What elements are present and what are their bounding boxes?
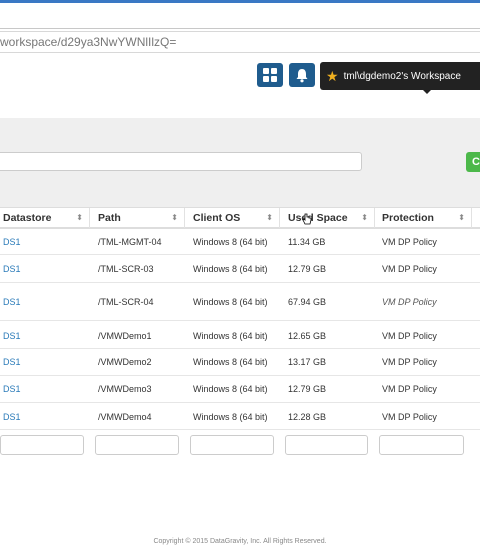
search-input[interactable]	[0, 152, 362, 171]
protection-cell: VM DP Policy	[382, 412, 437, 422]
grid-icon	[263, 68, 277, 82]
used-space-cell: 13.17 GB	[288, 357, 327, 367]
hand-cursor-icon	[302, 213, 312, 225]
os-cell: Windows 8 (64 bit)	[193, 357, 268, 367]
filter-protection-input[interactable]	[379, 435, 464, 455]
path-cell: /TML-SCR-04	[98, 297, 154, 307]
os-cell: Windows 8 (64 bit)	[193, 412, 268, 422]
workspace-switcher-button[interactable]: ★ tml\dgdemo2's Workspace	[320, 62, 480, 90]
sort-icon[interactable]: ⬍	[458, 208, 465, 228]
used-space-cell: 12.79 GB	[288, 264, 327, 274]
browser-divider	[0, 28, 480, 29]
path-cell: /VMWDemo1	[98, 331, 152, 341]
datastore-link[interactable]: DS1	[3, 237, 21, 247]
used-space-cell: 67.94 GB	[288, 297, 327, 307]
table-row[interactable]: DS1 /VMWDemo4 Windows 8 (64 bit) 12.28 G…	[0, 403, 480, 430]
protection-cell: VM DP Policy	[382, 357, 437, 367]
datastore-link[interactable]: DS1	[3, 264, 21, 274]
workspace-caret-icon	[423, 90, 431, 94]
column-header-datastore[interactable]: Datastore ⬍	[0, 208, 90, 228]
os-cell: Windows 8 (64 bit)	[193, 264, 268, 274]
os-cell: Windows 8 (64 bit)	[193, 237, 268, 247]
datastore-link[interactable]: DS1	[3, 297, 21, 307]
sort-icon[interactable]: ⬍	[266, 208, 273, 228]
protection-cell: VM DP Policy	[382, 331, 437, 341]
filter-datastore-input[interactable]	[0, 435, 84, 455]
workspace-label: tml\dgdemo2's Workspace	[343, 70, 461, 82]
column-header-path[interactable]: Path ⬍	[95, 208, 185, 228]
table-row[interactable]: DS1 /VMWDemo1 Windows 8 (64 bit) 12.65 G…	[0, 321, 480, 349]
column-header-protection[interactable]: Protection ⬍	[379, 208, 472, 228]
apps-grid-button[interactable]	[257, 63, 283, 87]
datastore-link[interactable]: DS1	[3, 384, 21, 394]
protection-cell: VM DP Policy	[382, 384, 437, 394]
create-button[interactable]: C	[466, 152, 480, 172]
filter-path-input[interactable]	[95, 435, 179, 455]
path-cell: /VMWDemo4	[98, 412, 152, 422]
sort-icon[interactable]: ⬍	[361, 208, 368, 228]
filter-client-os-input[interactable]	[190, 435, 274, 455]
table-row[interactable]: DS1 /TML-SCR-03 Windows 8 (64 bit) 12.79…	[0, 255, 480, 283]
sort-icon[interactable]: ⬍	[171, 208, 178, 228]
protection-cell: VM DP Policy	[382, 264, 437, 274]
table-header: Datastore ⬍ Path ⬍ Client OS ⬍ Used Spac…	[0, 207, 480, 229]
os-cell: Windows 8 (64 bit)	[193, 297, 268, 307]
used-space-cell: 11.34 GB	[288, 237, 326, 247]
datastore-link[interactable]: DS1	[3, 331, 21, 341]
path-cell: /VMWDemo3	[98, 384, 152, 394]
path-cell: /VMWDemo2	[98, 357, 152, 367]
datastore-link[interactable]: DS1	[3, 412, 21, 422]
used-space-cell: 12.79 GB	[288, 384, 327, 394]
used-space-cell: 12.28 GB	[288, 412, 327, 422]
sort-icon[interactable]: ⬍	[76, 208, 83, 228]
column-header-used-space[interactable]: Used Space ⬍	[285, 208, 375, 228]
table-row[interactable]: DS1 /VMWDemo2 Windows 8 (64 bit) 13.17 G…	[0, 349, 480, 376]
table-row[interactable]: DS1 /VMWDemo3 Windows 8 (64 bit) 12.79 G…	[0, 376, 480, 403]
star-icon: ★	[326, 68, 339, 84]
footer-copyright: Copyright © 2015 DataGravity, Inc. All R…	[153, 538, 327, 545]
browser-top-strip	[0, 0, 480, 3]
column-header-client-os[interactable]: Client OS ⬍	[190, 208, 280, 228]
table-row[interactable]: DS1 /TML-SCR-04 Windows 8 (64 bit) 67.94…	[0, 283, 480, 321]
address-bar-url[interactable]: workspace/d29ya3NwYWNlIlzQ=	[0, 35, 176, 49]
table-row[interactable]: DS1 /TML-MGMT-04 Windows 8 (64 bit) 11.3…	[0, 229, 480, 255]
path-cell: /TML-SCR-03	[98, 264, 154, 274]
os-cell: Windows 8 (64 bit)	[193, 384, 268, 394]
bell-icon	[296, 68, 308, 82]
datastore-link[interactable]: DS1	[3, 357, 21, 367]
protection-cell: VM DP Policy	[382, 237, 437, 247]
notifications-button[interactable]	[289, 63, 315, 87]
path-cell: /TML-MGMT-04	[98, 237, 162, 247]
protection-cell: VM DP Policy	[382, 297, 437, 307]
used-space-cell: 12.65 GB	[288, 331, 327, 341]
filter-used-space-input[interactable]	[285, 435, 368, 455]
os-cell: Windows 8 (64 bit)	[193, 331, 268, 341]
